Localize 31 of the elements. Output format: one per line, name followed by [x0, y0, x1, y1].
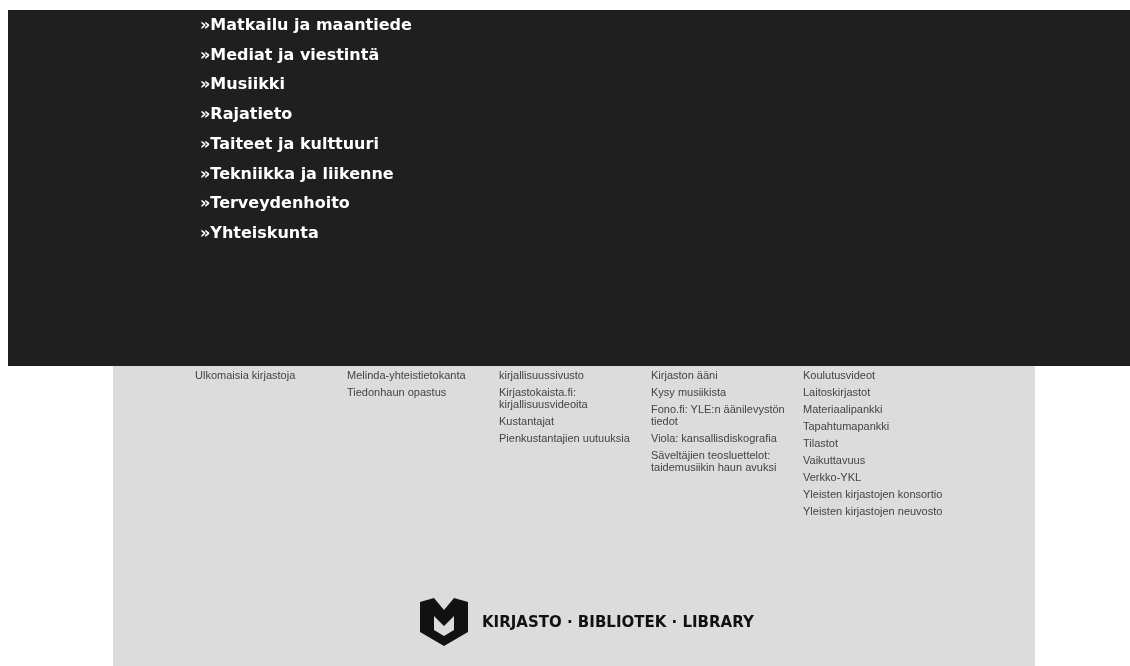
- menu-link[interactable]: »Matkailu ja maantiede: [200, 10, 412, 40]
- footer-link[interactable]: Pienkustantajien uutuuksia: [499, 432, 639, 444]
- menu-link[interactable]: »Tekniikka ja liikenne: [200, 158, 394, 189]
- menu-link[interactable]: »Terveydenhoito: [200, 188, 350, 218]
- library-wordmark: KIRJASTO · BIBLIOTEK · LIBRARY: [482, 613, 754, 631]
- footer-link[interactable]: Vaikuttavuus: [803, 454, 943, 466]
- footer-link[interactable]: Kirjaston ääni: [651, 369, 791, 381]
- footer-link[interactable]: Yleisten kirjastojen neuvosto: [803, 505, 943, 517]
- footer-link[interactable]: Kirjastokaista.fi: kirjallisuusvideoita: [499, 386, 639, 410]
- footer-link[interactable]: kirjallisuussivusto: [499, 369, 639, 381]
- footer-link[interactable]: Verkko-YKL: [803, 471, 943, 483]
- menu-link[interactable]: »Mediat ja viestintä: [200, 39, 380, 70]
- footer-link[interactable]: Melinda-yhteistietokanta: [347, 369, 487, 381]
- footer-link[interactable]: Tiedonhaun opastus: [347, 386, 487, 398]
- menu-link[interactable]: »Rajatieto: [200, 99, 293, 129]
- footer-link[interactable]: Tapahtumapankki: [803, 420, 943, 432]
- menu-link[interactable]: »Taiteet ja kulttuuri: [200, 128, 379, 159]
- footer-link[interactable]: Tilastot: [803, 437, 943, 449]
- footer-link[interactable]: Ulkomaisia kirjastoja: [195, 369, 335, 381]
- footer-link[interactable]: Materiaalipankki: [803, 403, 943, 415]
- footer-link[interactable]: Säveltäjien teosluettelot: taidemusiikin haun avuksi: [651, 449, 791, 473]
- menu-link[interactable]: »Musiikki: [200, 69, 285, 100]
- library-logo-icon: [418, 598, 470, 646]
- footer-link[interactable]: Viola: kansallisdiskografia: [651, 432, 791, 444]
- footer-link[interactable]: Yleisten kirjastojen konsortio: [803, 488, 943, 500]
- footer-link[interactable]: Fono.fi: YLE:n äänilevystön tiedot: [651, 403, 791, 427]
- footer-link[interactable]: Koulutusvideot: [803, 369, 943, 381]
- menu-link[interactable]: »Yhteiskunta: [200, 217, 319, 248]
- footer-link[interactable]: Kysy musiikista: [651, 386, 791, 398]
- footer-link[interactable]: Kustantajat: [499, 415, 639, 427]
- footer-link[interactable]: Laitoskirjastot: [803, 386, 943, 398]
